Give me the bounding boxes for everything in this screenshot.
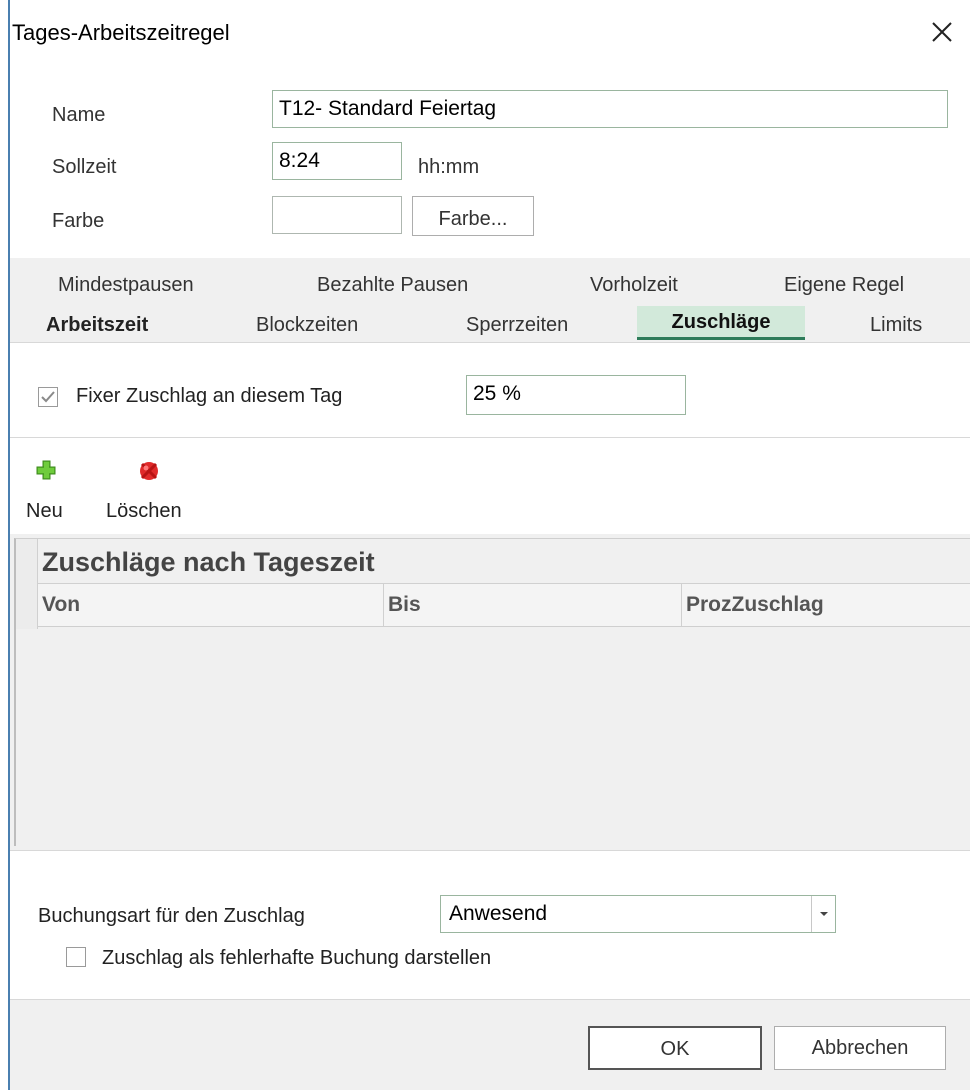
tab-bezahlte-pausen[interactable]: Bezahlte Pausen: [317, 274, 468, 297]
dialog-window: Tages-Arbeitszeitregel Name T12- Standar…: [0, 0, 970, 1090]
tab-arbeitszeit[interactable]: Arbeitszeit: [46, 314, 148, 337]
grid-header: Von Bis ProzZuschlag: [38, 583, 970, 627]
farbe-label: Farbe: [52, 210, 105, 232]
title-bar: Tages-Arbeitszeitregel: [10, 0, 970, 70]
booking-type-value: Anwesend: [449, 902, 548, 925]
fixed-surcharge-checkbox[interactable]: [38, 387, 58, 407]
delete-button[interactable]: Löschen: [106, 500, 182, 523]
surcharge-grid: Zuschläge nach Tageszeit Von Bis ProzZus…: [14, 538, 970, 847]
sollzeit-label: Sollzeit: [52, 156, 117, 178]
chevron-down-icon: [819, 912, 828, 916]
color-swatch: [272, 196, 402, 234]
dialog-footer: OK Abbrechen: [10, 1000, 970, 1090]
column-header-bis[interactable]: Bis: [384, 584, 682, 626]
cancel-button[interactable]: Abbrechen: [774, 1026, 946, 1070]
tab-eigene-regel[interactable]: Eigene Regel: [784, 274, 904, 297]
column-header-prozzuschlag[interactable]: ProzZuschlag: [682, 584, 970, 626]
error-booking-checkbox[interactable]: [66, 947, 86, 967]
grid-toolbar: Neu Löschen: [10, 438, 970, 534]
delete-icon[interactable]: [138, 460, 160, 487]
sollzeit-field[interactable]: 8:24: [272, 142, 402, 180]
tab-zuschlaege[interactable]: Zuschläge: [637, 306, 805, 340]
checkmark-icon: [41, 391, 55, 403]
close-button[interactable]: [924, 14, 960, 50]
column-header-von[interactable]: Von: [38, 584, 384, 626]
error-booking-label: Zuschlag als fehlerhafte Buchung darstel…: [102, 947, 492, 969]
tab-strip: Mindestpausen Bezahlte Pausen Vorholzeit…: [10, 258, 970, 342]
dropdown-arrow[interactable]: [811, 896, 835, 932]
color-picker-button[interactable]: Farbe...: [412, 196, 534, 236]
grid-body[interactable]: [38, 627, 970, 847]
tab-mindestpausen[interactable]: Mindestpausen: [58, 274, 194, 297]
booking-type-label: Buchungsart für den Zuschlag: [38, 905, 305, 927]
tab-limits[interactable]: Limits: [870, 314, 922, 337]
tab-vorholzeit[interactable]: Vorholzeit: [590, 274, 678, 297]
add-icon[interactable]: [36, 460, 56, 485]
close-icon: [932, 22, 952, 42]
sollzeit-unit: hh:mm: [418, 156, 480, 178]
fixed-surcharge-field[interactable]: 25 %: [466, 375, 686, 415]
name-field[interactable]: T12- Standard Feiertag: [272, 90, 948, 128]
row-indicator-column: [16, 539, 38, 629]
header-panel: Name T12- Standard Feiertag Sollzeit 8:2…: [10, 70, 970, 258]
window-title: Tages-Arbeitszeitregel: [12, 20, 230, 45]
booking-type-select[interactable]: Anwesend: [440, 895, 836, 933]
fixed-surcharge-panel: Fixer Zuschlag an diesem Tag 25 %: [10, 342, 970, 438]
new-button[interactable]: Neu: [26, 500, 63, 523]
tab-content: Fixer Zuschlag an diesem Tag 25 % Neu Lö…: [10, 342, 970, 1090]
name-label: Name: [52, 104, 106, 126]
grid-caption: Zuschläge nach Tageszeit: [42, 547, 375, 577]
tab-blockzeiten[interactable]: Blockzeiten: [256, 314, 358, 337]
booking-panel: Buchungsart für den Zuschlag Anwesend Zu…: [10, 850, 970, 1000]
fixed-surcharge-label: Fixer Zuschlag an diesem Tag: [76, 385, 343, 407]
tab-sperrzeiten[interactable]: Sperrzeiten: [466, 314, 568, 337]
ok-button[interactable]: OK: [588, 1026, 762, 1070]
